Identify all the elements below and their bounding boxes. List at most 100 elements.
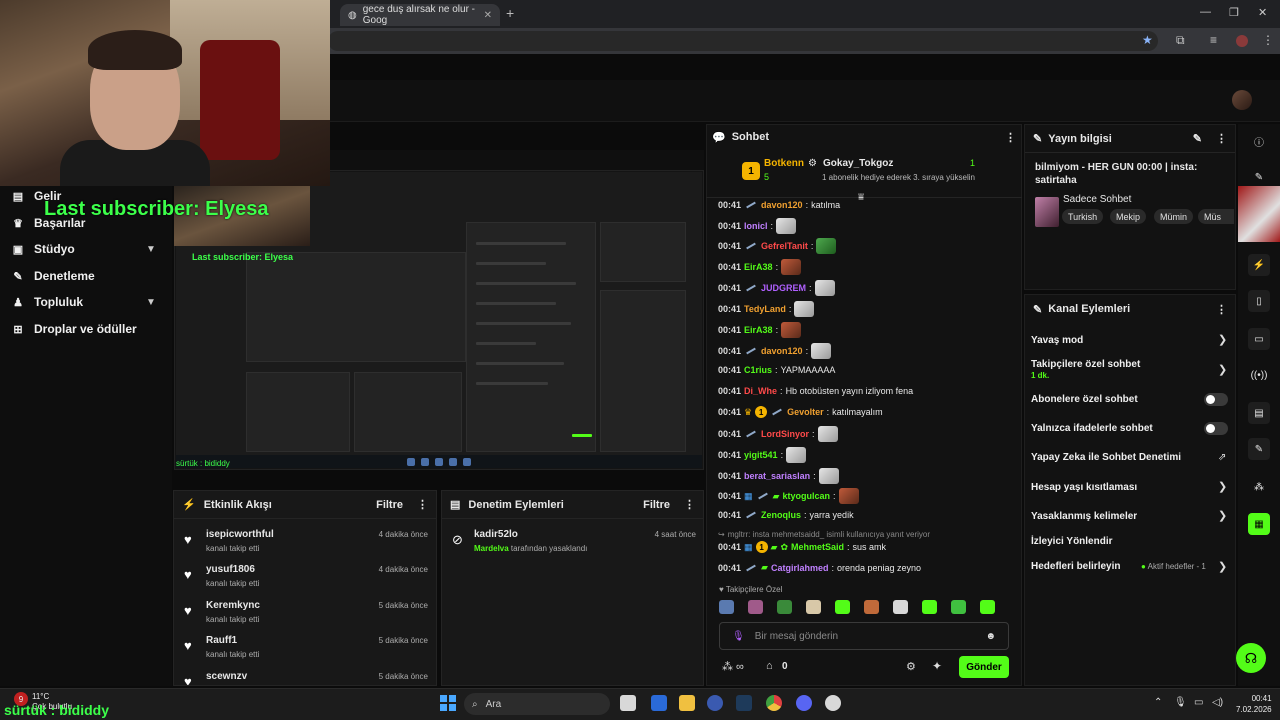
extensions-icon[interactable]: ⧉ [1176, 33, 1185, 48]
stream-tag[interactable]: Mekip [1110, 209, 1147, 224]
stream-tag[interactable]: Mümin [1154, 209, 1194, 224]
edit-icon[interactable]: ✎ [1248, 166, 1270, 188]
sidebar-item-denetleme[interactable]: ✎ Denetleme [12, 269, 94, 283]
steam-icon[interactable] [736, 695, 752, 711]
slow-mode-item[interactable]: Yavaş mod [1031, 335, 1083, 346]
tray-chevron-icon[interactable]: ⌃ [1154, 697, 1162, 708]
app-icon[interactable] [825, 695, 841, 711]
app-icon[interactable] [651, 695, 667, 711]
close-tab-icon[interactable]: ✕ [484, 10, 492, 21]
emote-icon[interactable] [719, 600, 734, 614]
volume-icon[interactable]: ◁) [1212, 697, 1223, 708]
follower-name[interactable]: Rauff1 [206, 635, 237, 646]
settings-icon[interactable]: ⚙ [906, 660, 916, 673]
emote-icon[interactable] [980, 600, 995, 614]
msg-user[interactable]: yigit541 [744, 450, 778, 460]
followers-only-item[interactable]: Takipçilere özel sohbet [1031, 359, 1140, 370]
sidebar-item-topluluk[interactable]: ♟ Topluluk [12, 295, 83, 309]
goals-item[interactable]: Hedefleri belirleyin [1031, 561, 1120, 572]
mod-tools-icon[interactable]: ✦ [932, 659, 942, 673]
emote-icon[interactable] [951, 600, 966, 614]
sidebar-item-studyo[interactable]: ▣ Stüdyo [12, 242, 75, 256]
task-view-icon[interactable] [620, 695, 636, 711]
msg-user[interactable]: LordSinyor [761, 429, 809, 439]
info-icon[interactable]: ⓘ [1248, 130, 1270, 152]
send-button[interactable]: Gönder [959, 656, 1009, 678]
file-explorer-icon[interactable] [679, 695, 695, 711]
msg-user[interactable]: Gevolter [787, 407, 824, 417]
close-window-icon[interactable]: ✕ [1258, 6, 1267, 19]
taskbar-clock[interactable]: 00:41 7.02.2026 [1236, 693, 1272, 715]
infinity-icon[interactable]: ⁂ ∞ [722, 660, 744, 673]
stream-thumbnail[interactable] [1238, 186, 1280, 242]
banned-words-item[interactable]: Yasaklanmış kelimeler [1031, 511, 1137, 522]
profile-avatar[interactable] [1236, 35, 1248, 47]
emoji-icon[interactable]: ☻ [985, 631, 996, 642]
chevron-right-icon[interactable]: ❯ [1218, 560, 1227, 573]
msg-user[interactable]: Zenoqlus [761, 510, 801, 520]
emote-icon[interactable] [806, 600, 821, 614]
app-icon[interactable]: ▦ [1248, 513, 1270, 535]
moderation-icon[interactable]: ▤ [1248, 402, 1270, 424]
emote-only-toggle[interactable] [1204, 422, 1228, 435]
filter-button[interactable]: Filtre [643, 499, 670, 511]
msg-user[interactable]: ktyogulcan [782, 491, 830, 501]
community-icon[interactable]: ⁂ [1248, 476, 1270, 498]
microphone-icon[interactable]: 🎙 [1174, 697, 1187, 708]
emote-icon[interactable] [893, 600, 908, 614]
msg-user[interactable]: davon120 [761, 346, 803, 356]
chevron-down-icon[interactable]: ▼ [146, 297, 156, 308]
chevron-right-icon[interactable]: ❯ [1218, 509, 1227, 522]
wrench-icon[interactable]: ✎ [1248, 438, 1270, 460]
emote-icon[interactable] [922, 600, 937, 614]
msg-user[interactable]: JUDGREM [761, 283, 806, 293]
browser-menu-icon[interactable]: ⋮ [1262, 33, 1274, 47]
more-menu-icon[interactable]: ⋮ [684, 498, 695, 511]
pin-icon[interactable]: ⩸ [858, 192, 864, 203]
bookmark-star-icon[interactable]: ★ [1142, 33, 1153, 47]
chevron-right-icon[interactable]: ❯ [1218, 333, 1227, 346]
microphone-icon[interactable]: 🎙 [732, 631, 745, 642]
banned-user[interactable]: kadir52lo [474, 529, 518, 540]
follower-name[interactable]: isepicworthful [206, 529, 274, 540]
emote-icon[interactable] [777, 600, 792, 614]
chrome-icon[interactable] [766, 695, 782, 711]
chevron-down-icon[interactable]: ▼ [146, 244, 156, 255]
app-icon[interactable] [707, 695, 723, 711]
msg-user[interactable]: MehmetSaid [791, 542, 844, 552]
subscribers-only-toggle[interactable] [1204, 393, 1228, 406]
sidebar-item-droplar[interactable]: ⊞ Droplar ve ödüller [12, 322, 136, 336]
address-bar[interactable] [328, 31, 1158, 51]
more-menu-icon[interactable]: ⋮ [417, 498, 428, 511]
minimize-icon[interactable]: — [1200, 6, 1211, 18]
msg-user[interactable]: TedyLand [744, 304, 786, 314]
phone-icon[interactable]: ▯ [1248, 290, 1270, 312]
msg-user[interactable]: lonicl [744, 221, 768, 231]
external-link-icon[interactable]: ⇗ [1218, 452, 1226, 463]
msg-user[interactable]: C1rius [744, 365, 772, 375]
follower-name[interactable]: Keremkync [206, 600, 260, 611]
msg-user[interactable]: berat_sariaslan [744, 471, 810, 481]
msg-user[interactable]: GefrelTanit [761, 241, 808, 251]
windows-start-icon[interactable] [440, 695, 456, 711]
filter-button[interactable]: Filtre [376, 499, 403, 511]
leader-name[interactable]: Gokay_Tokgoz [823, 158, 893, 169]
more-menu-icon[interactable]: ⋮ [1216, 303, 1227, 316]
more-menu-icon[interactable]: ⋮ [1005, 131, 1016, 144]
chevron-right-icon[interactable]: ❯ [1218, 480, 1227, 493]
taskbar-search[interactable]: ⌕ Ara [464, 693, 610, 715]
new-tab-button[interactable]: + [506, 5, 514, 21]
discord-icon[interactable] [796, 695, 812, 711]
stream-tag[interactable]: Turkish [1062, 209, 1104, 224]
leader-name[interactable]: Botkenn [764, 158, 804, 169]
chevron-right-icon[interactable]: ❯ [1218, 363, 1227, 376]
stream-tag[interactable]: Müs [1198, 209, 1234, 224]
emote-icon[interactable] [835, 600, 850, 614]
browser-tab[interactable]: ◍ gece duş alırsak ne olur - Goog ✕ [340, 4, 500, 26]
headset-button[interactable]: ☊ [1236, 643, 1266, 673]
category-name[interactable]: Sadece Sohbet [1063, 194, 1131, 205]
host-item[interactable]: İzleyici Yönlendir [1031, 536, 1113, 547]
avatar[interactable] [1232, 90, 1252, 110]
msg-user[interactable]: Di_Whe [744, 386, 777, 396]
msg-user[interactable]: davon120 [761, 200, 803, 210]
